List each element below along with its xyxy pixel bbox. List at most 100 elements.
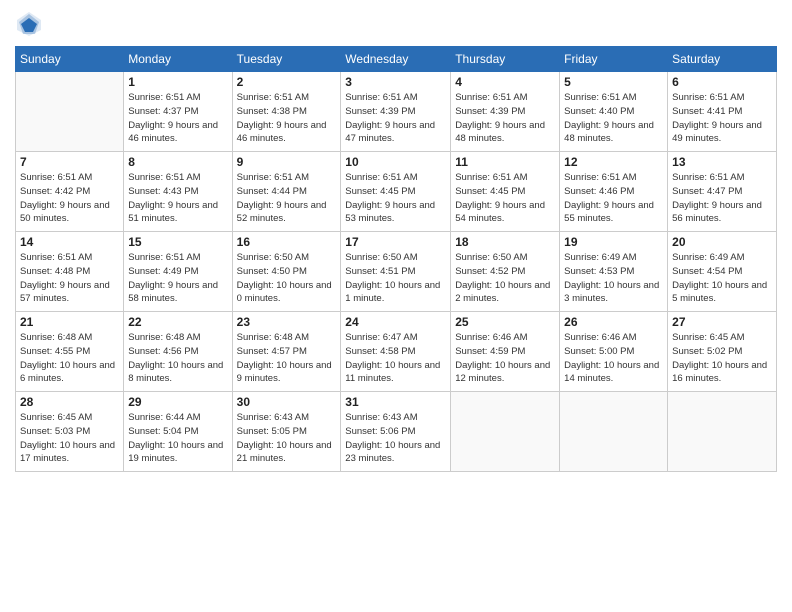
logo [15,10,47,38]
page: SundayMondayTuesdayWednesdayThursdayFrid… [0,0,792,612]
day-number: 30 [237,395,337,409]
day-info: Sunrise: 6:50 AMSunset: 4:52 PMDaylight:… [455,251,555,306]
day-info: Sunrise: 6:46 AMSunset: 4:59 PMDaylight:… [455,331,555,386]
weekday-header-wednesday: Wednesday [341,47,451,72]
day-cell: 3 Sunrise: 6:51 AMSunset: 4:39 PMDaylight… [341,72,451,152]
day-cell: 16 Sunrise: 6:50 AMSunset: 4:50 PMDayligh… [232,232,341,312]
day-number: 21 [20,315,119,329]
day-number: 18 [455,235,555,249]
day-info: Sunrise: 6:43 AMSunset: 5:05 PMDaylight:… [237,411,337,466]
logo-icon [15,10,43,38]
day-cell [668,392,777,472]
day-info: Sunrise: 6:43 AMSunset: 5:06 PMDaylight:… [345,411,446,466]
day-cell: 31 Sunrise: 6:43 AMSunset: 5:06 PMDayligh… [341,392,451,472]
day-info: Sunrise: 6:45 AMSunset: 5:02 PMDaylight:… [672,331,772,386]
day-info: Sunrise: 6:51 AMSunset: 4:40 PMDaylight:… [564,91,663,146]
day-number: 31 [345,395,446,409]
day-number: 4 [455,75,555,89]
day-number: 8 [128,155,227,169]
week-row-4: 21Sunrise: 6:48 AMSunset: 4:55 PMDayligh… [16,312,777,392]
day-cell: 22Sunrise: 6:48 AMSunset: 4:56 PMDayligh… [124,312,232,392]
day-cell [560,392,668,472]
day-cell: 10 Sunrise: 6:51 AMSunset: 4:45 PMDayligh… [341,152,451,232]
day-cell: 17 Sunrise: 6:50 AMSunset: 4:51 PMDayligh… [341,232,451,312]
day-number: 14 [20,235,119,249]
day-cell: 26 Sunrise: 6:46 AMSunset: 5:00 PMDayligh… [560,312,668,392]
day-cell: 9Sunrise: 6:51 AMSunset: 4:44 PMDaylight… [232,152,341,232]
day-number: 26 [564,315,663,329]
day-number: 10 [345,155,446,169]
weekday-header-saturday: Saturday [668,47,777,72]
day-number: 12 [564,155,663,169]
day-cell: 15Sunrise: 6:51 AMSunset: 4:49 PMDayligh… [124,232,232,312]
day-cell: 1 Sunrise: 6:51 AMSunset: 4:37 PMDaylight… [124,72,232,152]
day-info: Sunrise: 6:48 AMSunset: 4:57 PMDaylight:… [237,331,337,386]
day-info: Sunrise: 6:46 AMSunset: 5:00 PMDaylight:… [564,331,663,386]
weekday-header-sunday: Sunday [16,47,124,72]
weekday-header-monday: Monday [124,47,232,72]
week-row-3: 14 Sunrise: 6:51 AMSunset: 4:48 PMDayligh… [16,232,777,312]
day-number: 11 [455,155,555,169]
day-info: Sunrise: 6:51 AMSunset: 4:46 PMDaylight:… [564,171,663,226]
day-number: 3 [345,75,446,89]
day-number: 5 [564,75,663,89]
day-number: 25 [455,315,555,329]
weekday-header-friday: Friday [560,47,668,72]
day-cell [16,72,124,152]
day-number: 6 [672,75,772,89]
day-info: Sunrise: 6:45 AMSunset: 5:03 PMDaylight:… [20,411,119,466]
day-cell: 23Sunrise: 6:48 AMSunset: 4:57 PMDayligh… [232,312,341,392]
day-info: Sunrise: 6:51 AMSunset: 4:49 PMDaylight:… [128,251,227,306]
day-number: 2 [237,75,337,89]
day-cell [451,392,560,472]
day-cell: 4 Sunrise: 6:51 AMSunset: 4:39 PMDaylight… [451,72,560,152]
weekday-header-thursday: Thursday [451,47,560,72]
day-info: Sunrise: 6:48 AMSunset: 4:56 PMDaylight:… [128,331,227,386]
day-cell: 2 Sunrise: 6:51 AMSunset: 4:38 PMDaylight… [232,72,341,152]
day-number: 9 [237,155,337,169]
day-number: 1 [128,75,227,89]
day-cell: 12 Sunrise: 6:51 AMSunset: 4:46 PMDayligh… [560,152,668,232]
day-cell: 21Sunrise: 6:48 AMSunset: 4:55 PMDayligh… [16,312,124,392]
day-number: 13 [672,155,772,169]
day-info: Sunrise: 6:51 AMSunset: 4:48 PMDaylight:… [20,251,119,306]
weekday-header-row: SundayMondayTuesdayWednesdayThursdayFrid… [16,47,777,72]
day-number: 24 [345,315,446,329]
day-cell: 6 Sunrise: 6:51 AMSunset: 4:41 PMDaylight… [668,72,777,152]
day-cell: 5 Sunrise: 6:51 AMSunset: 4:40 PMDaylight… [560,72,668,152]
day-cell: 19 Sunrise: 6:49 AMSunset: 4:53 PMDayligh… [560,232,668,312]
day-number: 17 [345,235,446,249]
day-info: Sunrise: 6:51 AMSunset: 4:45 PMDaylight:… [345,171,446,226]
day-cell: 8 Sunrise: 6:51 AMSunset: 4:43 PMDaylight… [124,152,232,232]
day-info: Sunrise: 6:51 AMSunset: 4:37 PMDaylight:… [128,91,227,146]
day-info: Sunrise: 6:50 AMSunset: 4:51 PMDaylight:… [345,251,446,306]
day-cell: 18 Sunrise: 6:50 AMSunset: 4:52 PMDayligh… [451,232,560,312]
day-number: 7 [20,155,119,169]
day-number: 16 [237,235,337,249]
week-row-2: 7 Sunrise: 6:51 AMSunset: 4:42 PMDaylight… [16,152,777,232]
day-info: Sunrise: 6:51 AMSunset: 4:43 PMDaylight:… [128,171,227,226]
day-number: 29 [128,395,227,409]
day-cell: 13Sunrise: 6:51 AMSunset: 4:47 PMDayligh… [668,152,777,232]
day-info: Sunrise: 6:47 AMSunset: 4:58 PMDaylight:… [345,331,446,386]
day-info: Sunrise: 6:51 AMSunset: 4:38 PMDaylight:… [237,91,337,146]
day-info: Sunrise: 6:51 AMSunset: 4:39 PMDaylight:… [345,91,446,146]
day-info: Sunrise: 6:51 AMSunset: 4:39 PMDaylight:… [455,91,555,146]
day-number: 20 [672,235,772,249]
day-info: Sunrise: 6:51 AMSunset: 4:41 PMDaylight:… [672,91,772,146]
day-number: 27 [672,315,772,329]
day-cell: 11Sunrise: 6:51 AMSunset: 4:45 PMDayligh… [451,152,560,232]
day-info: Sunrise: 6:49 AMSunset: 4:54 PMDaylight:… [672,251,772,306]
day-cell: 25 Sunrise: 6:46 AMSunset: 4:59 PMDayligh… [451,312,560,392]
day-cell: 24 Sunrise: 6:47 AMSunset: 4:58 PMDayligh… [341,312,451,392]
day-number: 19 [564,235,663,249]
day-cell: 27 Sunrise: 6:45 AMSunset: 5:02 PMDayligh… [668,312,777,392]
day-cell: 20 Sunrise: 6:49 AMSunset: 4:54 PMDayligh… [668,232,777,312]
day-info: Sunrise: 6:50 AMSunset: 4:50 PMDaylight:… [237,251,337,306]
day-info: Sunrise: 6:51 AMSunset: 4:42 PMDaylight:… [20,171,119,226]
week-row-1: 1 Sunrise: 6:51 AMSunset: 4:37 PMDaylight… [16,72,777,152]
header [15,10,777,38]
day-info: Sunrise: 6:49 AMSunset: 4:53 PMDaylight:… [564,251,663,306]
day-number: 28 [20,395,119,409]
calendar-table: SundayMondayTuesdayWednesdayThursdayFrid… [15,46,777,472]
